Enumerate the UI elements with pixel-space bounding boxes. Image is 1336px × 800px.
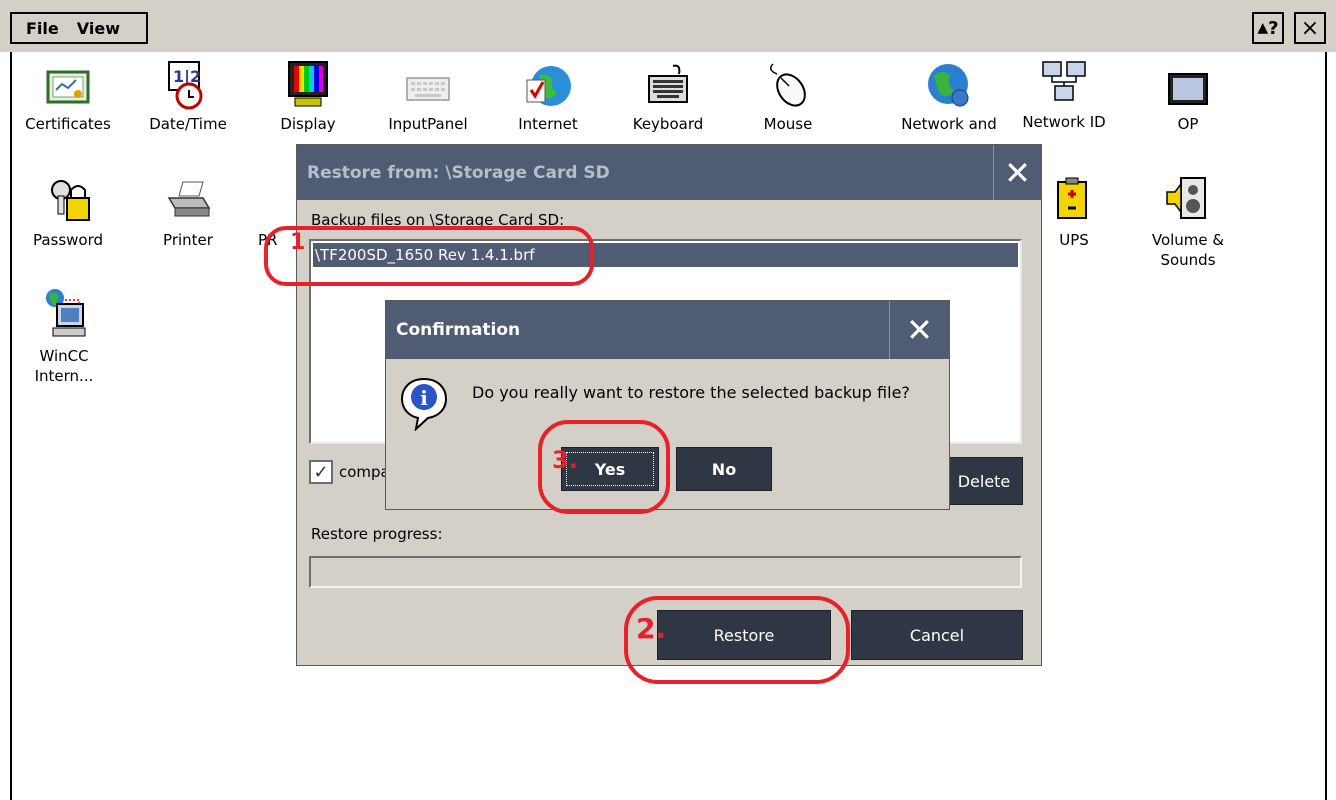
desktop-icon-keyboard[interactable]: Keyboard [608, 62, 728, 134]
op-monitor-icon [1168, 73, 1208, 105]
annotation-step1-number: 1 [290, 230, 306, 255]
window-close-button[interactable]: × [1294, 12, 1326, 44]
checkmark-icon: ✓ [313, 461, 329, 483]
confirmation-dialog: Confirmation ✕ i Do you really want to r… [385, 300, 950, 510]
desktop-icon-input-panel[interactable]: InputPanel [368, 66, 488, 134]
desktop-icon-op[interactable]: OP [1128, 68, 1248, 134]
restore-button[interactable]: Restore [657, 610, 831, 660]
restore-dialog-title: Restore from: \Storage Card SD [297, 145, 1041, 200]
backup-files-label: Backup files on \Storage Card SD: [311, 211, 565, 229]
printer-icon [167, 181, 211, 217]
annotation-step2-number: 2. [636, 612, 667, 645]
confirmation-dialog-close-button[interactable]: ✕ [889, 301, 949, 359]
internet-globe-icon [526, 66, 571, 106]
backup-file-item-selected[interactable]: \TF200SD_1650 Rev 1.4.1.brf [313, 243, 1018, 267]
compat-checkbox-label: compa [339, 463, 390, 481]
desktop-icon-display[interactable]: Display [248, 60, 368, 134]
info-icon: i [400, 377, 448, 431]
cancel-button[interactable]: Cancel [851, 610, 1023, 660]
keyboard-icon [648, 64, 688, 103]
network-id-icon [1042, 61, 1086, 101]
menu-file[interactable]: File [26, 19, 59, 38]
desktop-icon-mouse[interactable]: Mouse [728, 60, 848, 134]
menu-bar: File View ▲? × [0, 0, 1336, 52]
calendar-clock-icon: 1|2 [168, 61, 203, 110]
wincc-internet-icon [46, 289, 86, 337]
desktop-icon-certificates[interactable]: Certificates [8, 66, 128, 134]
restore-progress-label: Restore progress: [311, 525, 443, 543]
desktop-icon-internet[interactable]: Internet [488, 62, 608, 134]
restore-progress-bar [309, 556, 1022, 588]
certificate-icon [46, 70, 90, 104]
svg-text:i: i [420, 386, 428, 410]
menu-view[interactable]: View [77, 19, 120, 38]
desktop-icon-network-and[interactable]: Network and [874, 60, 1024, 134]
delete-button[interactable]: Delete [945, 457, 1023, 505]
help-cursor-icon: ▲ [1257, 20, 1269, 36]
mouse-icon [770, 63, 806, 107]
input-panel-icon [406, 77, 450, 101]
desktop-icon-printer[interactable]: Printer [128, 176, 248, 250]
display-icon [288, 61, 328, 107]
desktop-icon-date-time[interactable]: 1|2 Date/Time [128, 60, 248, 134]
focus-outline [566, 452, 654, 486]
desktop-icon-ups[interactable]: UPS [1034, 176, 1114, 250]
annotation-step3-number: 3. [552, 446, 578, 474]
password-keys-icon [51, 180, 90, 221]
confirmation-message: Do you really want to restore the select… [472, 383, 910, 402]
volume-sounds-icon [1166, 177, 1206, 219]
help-button[interactable]: ▲? [1252, 12, 1284, 44]
desktop-icon-network-id[interactable]: Network ID [1004, 58, 1124, 132]
compat-checkbox[interactable]: ✓ [309, 460, 333, 484]
confirmation-dialog-title: Confirmation [386, 301, 949, 359]
menu-group: File View [10, 12, 148, 44]
ups-battery-icon [1057, 177, 1087, 219]
desktop-icon-wincc-internet[interactable]: WinCC Intern... [4, 286, 124, 386]
restore-dialog-close-button[interactable]: ✕ [993, 145, 1041, 200]
network-globe-icon [928, 64, 969, 107]
desktop-icon-password[interactable]: Password [8, 176, 128, 250]
desktop-icon-volume-sounds[interactable]: Volume & Sounds [1128, 172, 1248, 270]
no-button[interactable]: No [676, 447, 772, 491]
